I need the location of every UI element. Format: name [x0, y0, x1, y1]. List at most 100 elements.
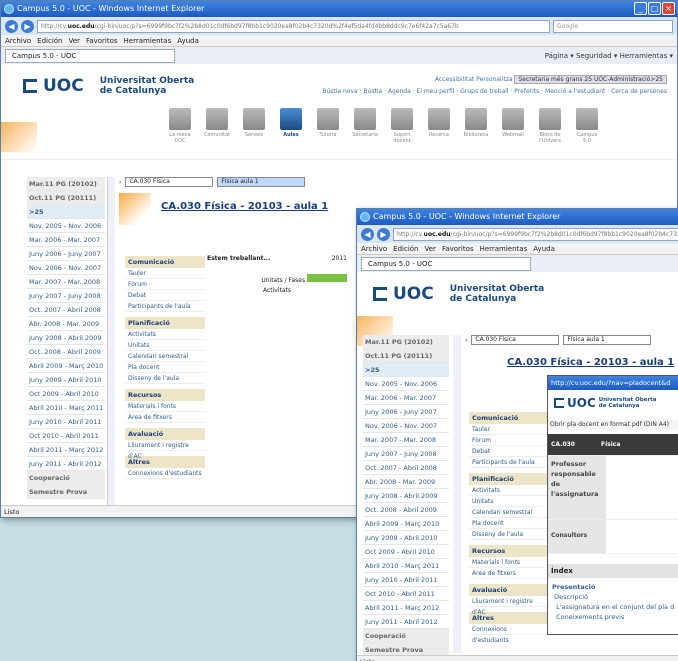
semester-item[interactable]: Oct. 2008 - Abril 2009 [363, 503, 449, 517]
menu-favoritos[interactable]: Favoritos [86, 35, 118, 46]
section-link[interactable]: Tauler [125, 268, 205, 279]
section-link[interactable]: Pla docent [469, 518, 547, 529]
nav-secretaria[interactable]: Secretaria [352, 108, 378, 144]
index-descripcio[interactable]: Descripció [554, 593, 588, 601]
section-link[interactable]: Connexions d'estudiants [125, 468, 205, 479]
nav-la-meva-uoc[interactable]: La meva UOC [167, 108, 193, 144]
semester-item[interactable]: Cooperació [363, 629, 449, 643]
semester-item[interactable]: Oct.11 PG (20111) [27, 191, 105, 205]
section-link[interactable]: Àrea de fitxers [469, 568, 547, 579]
uoc-logo-front[interactable]: UOC Universitat Oberta de Catalunya [373, 284, 544, 304]
semester-item[interactable]: Nov. 2006 - Nov. 2007 [363, 419, 449, 433]
nav-webmail[interactable]: Webmail [500, 108, 526, 144]
section-link[interactable]: Unitats [469, 496, 547, 507]
section-link[interactable]: Fòrum [469, 435, 547, 446]
semester-item[interactable]: Semestre Prova [27, 485, 105, 499]
menu-archivo-front[interactable]: Archivo [361, 243, 387, 254]
semester-item[interactable]: Juny 2008 - Abril 2009 [27, 331, 105, 345]
classroom-select[interactable]: Física aula 1 [217, 177, 306, 187]
index-coneixements[interactable]: Coneixements previs [556, 613, 624, 621]
semester-item[interactable]: Mar. 2007 - Mar. 2008 [27, 275, 105, 289]
section-link[interactable]: Lliurament i registre d'AC [125, 440, 205, 460]
semester-item[interactable]: Oct. 2007 - Abril 2008 [363, 461, 449, 475]
units-label[interactable]: Unitats / Fases [261, 277, 305, 284]
section-link[interactable]: Tauler [469, 424, 547, 435]
semester-item[interactable]: Abr. 2008 - Mar. 2009 [27, 317, 105, 331]
back-button-front[interactable]: ◀ [361, 227, 374, 241]
url-field-front[interactable]: http://cv.uoc.edu/cgi-bin/uoc/p?s=6999f9… [393, 227, 678, 241]
semester-item[interactable]: Oct 2010 - Abril 2011 [27, 429, 105, 443]
menu-ayuda[interactable]: Ayuda [177, 35, 199, 46]
menu-edicion[interactable]: Edición [37, 35, 62, 46]
section-link[interactable]: Connexions d'estudiants [469, 624, 547, 644]
semester-item[interactable]: Abril 2010 - Març 2011 [27, 401, 105, 415]
nav-biblioteca[interactable]: Biblioteca [463, 108, 489, 144]
section-link[interactable]: Unitats [125, 340, 205, 351]
semester-item[interactable]: Mar. 2006 - Mar. 2007 [363, 391, 449, 405]
subject-select[interactable]: CA.030 Física [125, 177, 214, 187]
minimize-button[interactable]: _ [634, 2, 647, 15]
accessibility-links[interactable]: Accessibilitat Personalitza [435, 76, 513, 83]
semester-item[interactable]: Abril 2010 - Març 2011 [363, 559, 449, 573]
nav-recerca[interactable]: Recerca [426, 108, 452, 144]
semester-item[interactable]: Juny 2007 - Juny 2008 [363, 447, 449, 461]
menu-ayuda-front[interactable]: Ayuda [533, 243, 555, 254]
nav-blocs[interactable]: Blocs de l'Univers [537, 108, 563, 144]
semester-item[interactable]: Nov. 2006 - Nov. 2007 [27, 261, 105, 275]
menu-edicion-front[interactable]: Edición [393, 243, 418, 254]
url-field[interactable]: http://cv.uoc.edu/cgi-bin/uoc/p?s=6999f9… [37, 19, 550, 33]
menu-herramientas-front[interactable]: Herramientas [480, 243, 528, 254]
semester-item[interactable]: Oct 2009 - Abril 2010 [363, 545, 449, 559]
search-input[interactable]: Google [553, 19, 673, 33]
semester-scrollbar-front[interactable] [453, 335, 461, 653]
menu-herramientas[interactable]: Herramientas [124, 35, 172, 46]
semester-item[interactable]: Mar.11 PG (20102) [27, 177, 105, 191]
maximize-button[interactable]: □ [648, 2, 661, 15]
semester-item[interactable]: Mar. 2006 - Mar. 2007 [27, 233, 105, 247]
semester-item[interactable]: Juny 2009 - Abril 2010 [363, 531, 449, 545]
menu-ver[interactable]: Ver [69, 35, 80, 46]
nav-aules[interactable]: Aules [278, 108, 304, 144]
semester-item[interactable]: Abril 2009 - Març 2010 [363, 517, 449, 531]
nav-campus[interactable]: Campus 5.0 [574, 108, 600, 144]
semester-item[interactable]: Juny 2006 - Juny 2007 [363, 405, 449, 419]
command-bar[interactable]: Página ▾ Seguridad ▾ Herramientas ▾ [545, 52, 673, 60]
semester-item[interactable]: Oct. 2007 - Abril 2008 [27, 303, 105, 317]
nav-comunitat[interactable]: Comunitat [204, 108, 230, 144]
index-presentacio[interactable]: Presentació [552, 583, 595, 591]
semester-scrollbar[interactable] [107, 177, 115, 517]
semester-item[interactable]: Oct.11 PG (20111) [363, 349, 449, 363]
semester-item[interactable]: Juny 2008 - Abril 2009 [363, 489, 449, 503]
semester-item[interactable]: Oct. 2008 - Abril 2009 [27, 345, 105, 359]
section-link[interactable]: Activitats [469, 485, 547, 496]
section-link[interactable]: Activitats [125, 329, 205, 340]
classroom-select-front[interactable]: Física aula 1 [563, 335, 652, 345]
section-link[interactable]: Disseny de l'aula [469, 529, 547, 540]
tab-campus[interactable]: Campus 5.0 - UOC [5, 48, 175, 63]
semester-item[interactable]: Abr. 2008 - Mar. 2009 [363, 475, 449, 489]
nav-serveis[interactable]: Serveis [241, 108, 267, 144]
semester-item[interactable]: >25 [27, 205, 105, 219]
menu-ver-front[interactable]: Ver [425, 243, 436, 254]
menu-favoritos-front[interactable]: Favoritos [442, 243, 474, 254]
semester-item[interactable]: Mar. 2007 - Mar. 2008 [363, 433, 449, 447]
semester-item[interactable]: Nov. 2005 - Nov. 2006 [363, 377, 449, 391]
semester-item[interactable]: Oct 2009 - Abril 2010 [27, 387, 105, 401]
nav-tutoria[interactable]: Tutoria [315, 108, 341, 144]
semester-item[interactable]: Juny 2011 - Abril 2012 [363, 615, 449, 629]
subject-select-front[interactable]: CA.030 Física [471, 335, 560, 345]
close-button[interactable]: × [662, 2, 675, 15]
profile-select[interactable]: Secretaria més grans 25 UOC-Administraci… [514, 75, 667, 84]
pdf-link[interactable]: Obrir pla docent en format pdf (DIN A4) [548, 420, 678, 430]
semester-item[interactable]: Juny 2010 - Abril 2011 [363, 573, 449, 587]
section-link[interactable]: Àrea de fitxers [125, 412, 205, 423]
semester-item[interactable]: Abril 2011 - Març 2012 [27, 443, 105, 457]
section-link[interactable]: Fòrum [125, 279, 205, 290]
semester-item[interactable]: Juny 2010 - Abril 2011 [27, 415, 105, 429]
section-link[interactable]: Pla docent [125, 362, 205, 373]
section-link[interactable]: Calendari semestral [469, 507, 547, 518]
semester-item[interactable]: Cooperació [27, 471, 105, 485]
section-link[interactable]: Materials i fonts [125, 401, 205, 412]
semester-item[interactable]: Abril 2011 - Març 2012 [363, 601, 449, 615]
tab-campus-front[interactable]: Campus 5.0 - UOC [361, 256, 531, 271]
